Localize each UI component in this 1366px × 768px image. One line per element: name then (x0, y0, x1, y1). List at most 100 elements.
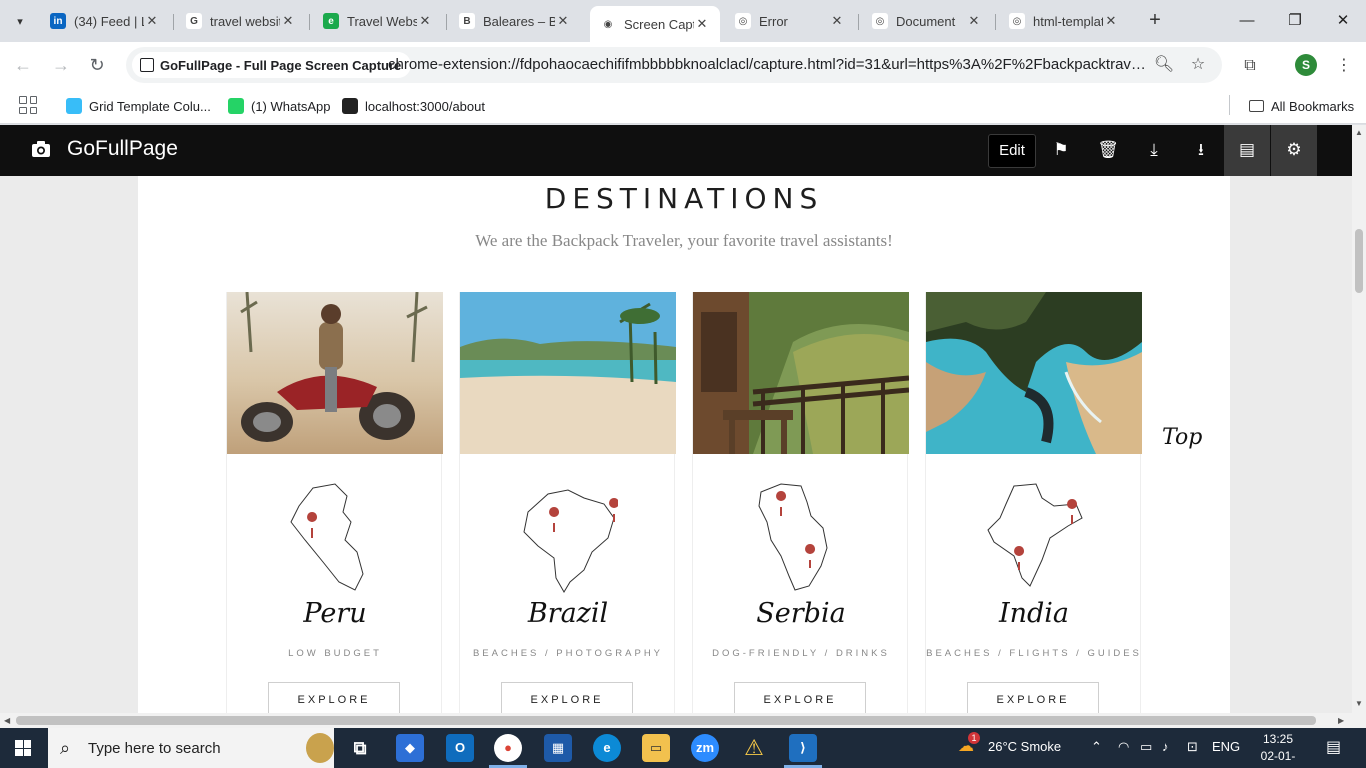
destination-photo (460, 292, 676, 454)
network-icon[interactable]: ◠ (1118, 739, 1129, 755)
peru-map-outline (290, 483, 364, 591)
scroll-left-icon[interactable]: ◀ (4, 716, 10, 725)
forward-button[interactable]: → (48, 52, 74, 78)
browser-tab[interactable]: e Travel Website✕ (313, 6, 443, 36)
copilot-icon[interactable]: ◆ (396, 734, 424, 762)
clock-time: 13:25 (1262, 732, 1294, 746)
browser-toolbar: ← → ↻ GoFullPage - Full Page Screen Capt… (0, 42, 1366, 88)
document-icon[interactable]: ▤ (1235, 138, 1259, 162)
explore-button[interactable]: EXPLORE (967, 682, 1099, 713)
zoom-icon[interactable]: 🔍︎ (1153, 54, 1175, 76)
address-bar[interactable]: GoFullPage - Full Page Screen Capture ch… (126, 47, 1222, 83)
file-explorer-icon[interactable]: ▭ (642, 734, 670, 762)
meet-now-icon[interactable]: ⊡ (1187, 739, 1198, 755)
tab-title: html-template (1033, 13, 1103, 29)
zoom-app-icon[interactable]: zm (691, 734, 719, 762)
india-map-outline (987, 483, 1083, 587)
new-tab-button[interactable]: + (1143, 9, 1167, 33)
close-tab-icon[interactable]: ✕ (417, 13, 433, 29)
reload-button[interactable]: ↻ (84, 52, 110, 78)
captured-page: DESTINATIONS We are the Backpack Travele… (138, 176, 1230, 713)
browser-tab[interactable]: ◎ Error ✕ (725, 6, 855, 36)
vertical-scroll-thumb[interactable] (1355, 229, 1363, 293)
chrome-icon[interactable]: ● (494, 734, 522, 762)
explore-button[interactable]: EXPLORE (734, 682, 866, 713)
browser-tab[interactable]: in (34) Feed | LinkedIn✕ (40, 6, 170, 36)
trash-icon[interactable]: 🗑︎ (1096, 138, 1120, 162)
back-button[interactable]: ← (10, 52, 36, 78)
destination-photo (693, 292, 909, 454)
outlook-icon[interactable]: O (446, 734, 474, 762)
destination-photo (227, 292, 443, 454)
flag-icon[interactable]: ⚑ (1049, 138, 1073, 162)
close-tab-icon[interactable]: ✕ (280, 13, 296, 29)
system-clock[interactable]: 13:25 02-01-2025 (1248, 731, 1308, 768)
scroll-down-icon[interactable]: ▼ (1355, 699, 1363, 708)
browser-tab[interactable]: B Baleares – Backpack✕ (449, 6, 581, 36)
close-tab-icon[interactable]: ✕ (555, 13, 571, 29)
serbia-map-outline (758, 483, 828, 591)
all-bookmarks[interactable]: All Bookmarks (1249, 96, 1354, 116)
google-icon: G (186, 13, 202, 29)
tab-search-button[interactable]: ▾ (6, 8, 34, 34)
battery-icon[interactable]: ▭ (1140, 739, 1152, 755)
download-pdf-icon[interactable]: ⤓ (1142, 138, 1166, 162)
close-tab-icon[interactable]: ✕ (829, 13, 845, 29)
bookmarks-bar: Grid Template Colu... (1) WhatsApp localho… (0, 88, 1366, 124)
vertical-scrollbar[interactable]: ▲ ▼ (1352, 125, 1366, 713)
download-icon[interactable]: ⭳ (1189, 138, 1213, 162)
notifications-icon[interactable]: ▤ (1326, 737, 1341, 757)
task-view-icon[interactable]: ⧉ (346, 734, 374, 762)
bookmark-item[interactable]: Grid Template Colu... (66, 96, 211, 116)
bookmark-label: localhost:3000/about (365, 98, 485, 114)
windows-start-icon[interactable] (15, 740, 31, 756)
browser-tab[interactable]: Gtravel website✕ (176, 6, 306, 36)
gear-icon[interactable]: ⚙ (1282, 138, 1306, 162)
menu-kebab-icon[interactable]: ⋮ (1332, 54, 1356, 78)
browser-tab[interactable]: ◉ Screen Capture✕ (590, 6, 720, 42)
browser-tab[interactable]: ◎ Document ✕ (862, 6, 992, 36)
vscode-icon[interactable]: ⟩ (789, 734, 817, 762)
tab-strip: ▾ in(34) Feed | LinkedIn✕Gtravel website… (0, 0, 1366, 42)
explore-button[interactable]: EXPLORE (501, 682, 633, 713)
store-icon[interactable]: ▦ (544, 734, 572, 762)
tab-title: Travel Website (347, 13, 417, 29)
taskbar-search[interactable]: ⌕ Type here to search (48, 728, 334, 768)
tab-title: Screen Capture (624, 16, 694, 32)
bookmark-label: (1) WhatsApp (251, 98, 331, 114)
bookmark-item[interactable]: (1) WhatsApp (228, 96, 330, 116)
minimize-button[interactable]: — (1224, 8, 1270, 34)
back-to-top-link[interactable]: Top (1162, 425, 1202, 450)
url-text[interactable]: chrome-extension://fdpohaocaechififmbbbb… (388, 56, 1148, 73)
close-tab-icon[interactable]: ✕ (144, 13, 160, 29)
destination-tags: BEACHES / FLIGHTS / GUIDES (926, 648, 1142, 659)
apps-grid-icon[interactable] (19, 96, 37, 114)
chevron-up-icon[interactable]: ⌃ (1091, 739, 1102, 755)
restore-button[interactable]: ❐ (1272, 8, 1318, 34)
close-tab-icon[interactable]: ✕ (966, 13, 982, 29)
edge-icon[interactable]: e (593, 734, 621, 762)
horizontal-scroll-thumb[interactable] (16, 716, 1316, 725)
close-tab-icon[interactable]: ✕ (1103, 13, 1119, 29)
language-indicator[interactable]: ENG (1212, 739, 1240, 754)
horizontal-scrollbar[interactable]: ◀ ▶ (0, 713, 1366, 728)
warning-icon[interactable]: ⚠ (740, 734, 768, 762)
edit-button[interactable]: Edit (988, 134, 1036, 168)
extensions-icon[interactable]: ⧉ (1238, 54, 1262, 78)
bookmark-item[interactable]: localhost:3000/about (342, 96, 485, 116)
scroll-up-icon[interactable]: ▲ (1355, 128, 1363, 137)
speaker-icon[interactable]: ♪ (1162, 739, 1169, 754)
profile-avatar[interactable]: S (1295, 54, 1317, 76)
close-tab-icon[interactable]: ✕ (694, 16, 710, 32)
star-icon[interactable]: ☆ (1187, 54, 1209, 76)
clock-date: 02-01-2025 (1260, 749, 1296, 768)
browser-tab[interactable]: ◎ html-template✕ (999, 6, 1129, 36)
tab-title: (34) Feed | LinkedIn (74, 13, 144, 29)
linkedin-icon: in (50, 13, 66, 29)
weather-text[interactable]: 26°C Smoke (988, 739, 1061, 754)
explore-button[interactable]: EXPLORE (268, 682, 400, 713)
extension-chip[interactable]: GoFullPage - Full Page Screen Capture (132, 52, 412, 78)
close-window-button[interactable]: ✕ (1320, 8, 1366, 34)
tailwind-icon (66, 98, 82, 114)
scroll-right-icon[interactable]: ▶ (1338, 716, 1344, 725)
